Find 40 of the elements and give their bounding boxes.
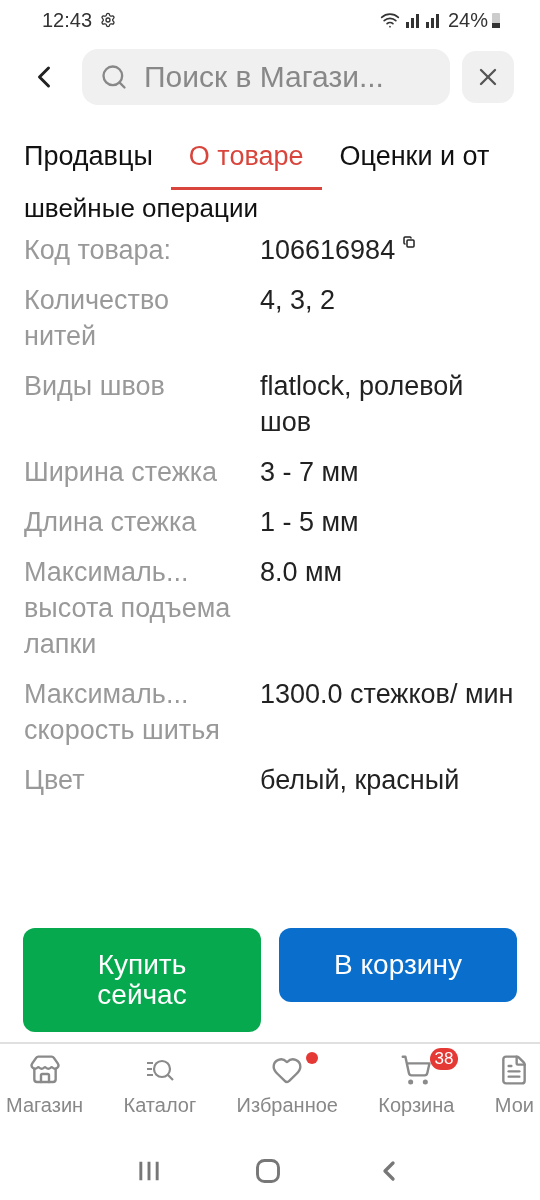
tab[interactable]: О товаре [170,136,322,190]
close-button[interactable] [462,51,514,103]
spec-label: Длина стежка [24,505,198,539]
home-icon[interactable] [254,1157,282,1185]
spec-value: 106616984 [260,233,396,267]
spec-label: Цвет [24,763,86,797]
battery-percent: 24% [447,8,488,33]
spec-label: Код товара: [24,233,173,267]
spec-value: белый, красный [260,763,460,797]
buy-now-button[interactable]: Купить сейчас [23,928,261,1032]
spec-label: Виды швов [24,369,166,403]
nav-label[interactable]: Магазин [6,1090,84,1120]
tab[interactable]: Оценки и от [339,136,490,190]
search-field[interactable]: Поиск в Магази... [82,49,450,105]
spec-value: 1 - 5 мм [260,505,359,539]
spec-label: Ширина стежка [24,455,219,489]
wifi-icon [379,10,400,30]
settings-icon [100,12,117,28]
tab[interactable]: Продавцы [24,136,153,190]
nav-label[interactable]: Мои [494,1090,534,1120]
store-icon [28,1054,61,1086]
spec-value: 3 - 7 мм [260,455,359,489]
spec-value: flatlock, ролевой шов [260,369,465,439]
copy-icon[interactable] [403,235,416,248]
add-to-cart-button[interactable]: В корзину [279,928,517,1002]
clock: 12:43 [42,8,93,33]
spec-value: 4, 3, 2 [260,283,336,317]
cart-count-badge: 38 [429,1048,459,1070]
cart-icon [400,1054,433,1086]
search-icon [100,63,128,91]
spec-value: 8.0 мм [260,555,343,589]
spec-label: Количество нитей [24,283,170,353]
nav-label[interactable]: Каталог [123,1090,197,1120]
nav-label[interactable]: Избранное [236,1090,338,1120]
nav-label[interactable]: Корзина [378,1090,455,1120]
battery-icon [492,12,500,28]
spec-label: Максималь... скорость шитья [24,677,221,747]
spec-value: 1300.0 стежков/ мин [260,677,514,711]
spec-label: Максималь... высота подъема лапки [24,555,232,661]
section-heading: швейные операции [24,192,258,223]
